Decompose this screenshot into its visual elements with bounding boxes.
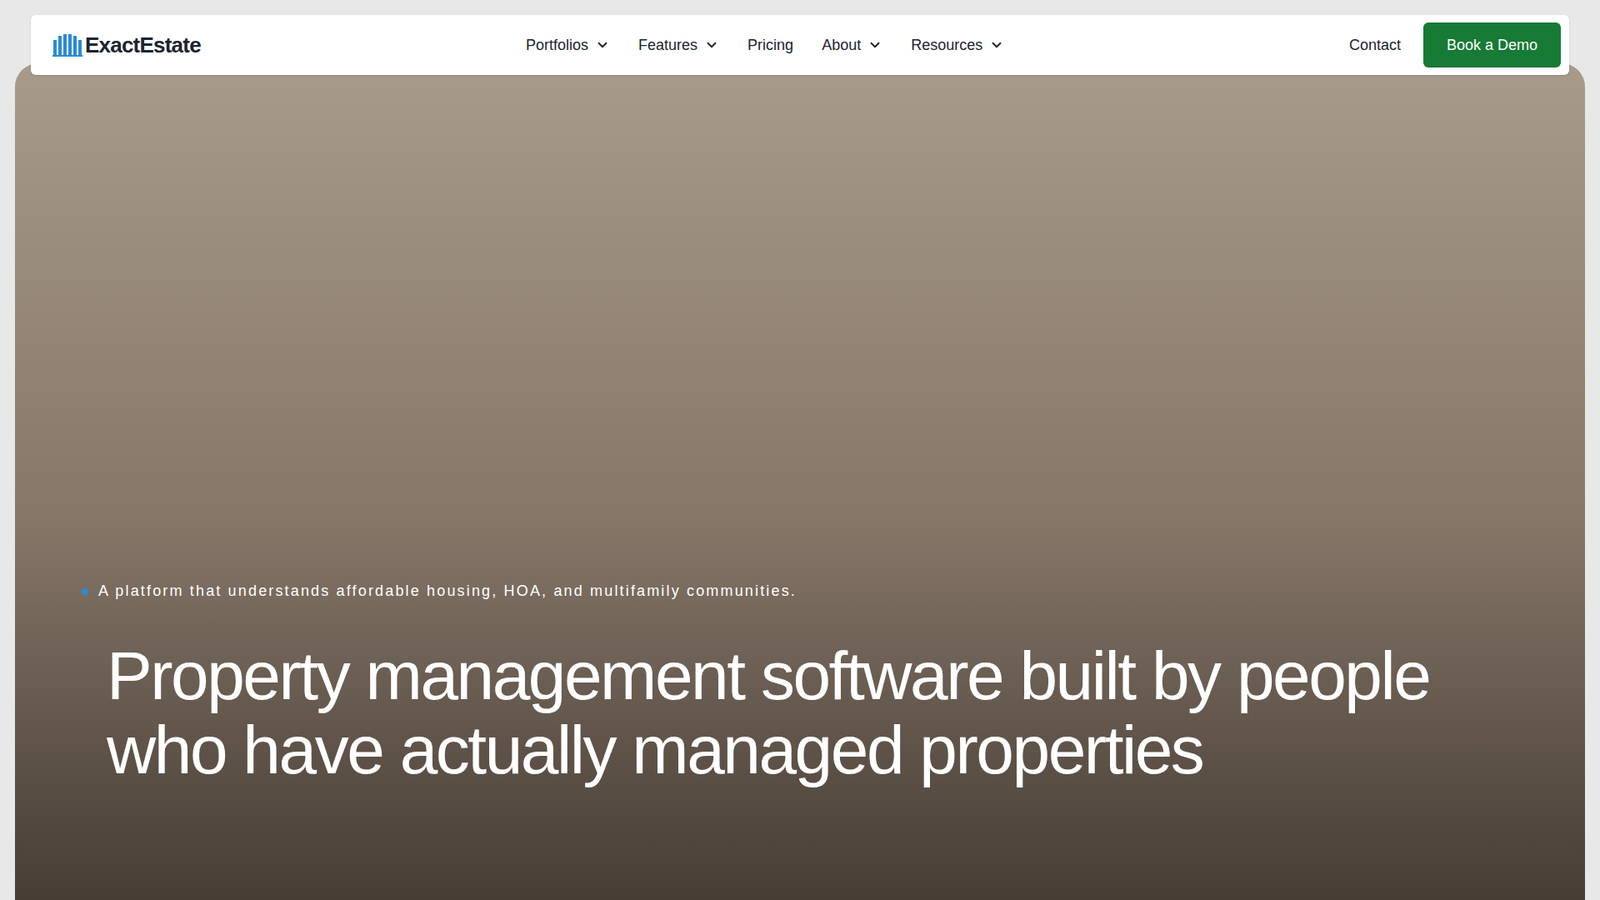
hero-headline: Property management software built by pe… — [81, 639, 1502, 787]
hero-content: A platform that understands affordable h… — [15, 63, 1585, 787]
chevron-down-icon — [867, 37, 883, 53]
page: ExactEstate Portfolios Features Pricing Abou… — [0, 0, 1600, 900]
hero: A platform that understands affordable h… — [15, 63, 1585, 900]
chevron-down-icon — [595, 37, 610, 53]
logo-icon — [52, 33, 83, 57]
contact-link[interactable]: Contact — [1349, 34, 1401, 57]
nav-item[interactable]: Pricing — [747, 34, 794, 57]
hero-tagline: A platform that understands affordable h… — [81, 580, 1502, 603]
logo[interactable]: ExactEstate — [52, 29, 336, 62]
nav-menu: Portfolios Features Pricing About Resources — [525, 34, 1005, 57]
nav-item[interactable]: Features — [638, 34, 720, 57]
chevron-down-icon — [989, 37, 1005, 53]
nav-item[interactable]: Portfolios — [525, 34, 610, 57]
tagline-dot — [81, 588, 89, 595]
chevron-down-icon — [704, 37, 720, 53]
book-demo-button[interactable]: Book a Demo — [1423, 22, 1561, 68]
nav-bar: ExactEstate Portfolios Features Pricing Abou… — [30, 15, 1570, 75]
nav-item[interactable]: Resources — [910, 34, 1005, 57]
nav-item[interactable]: About — [821, 34, 883, 57]
